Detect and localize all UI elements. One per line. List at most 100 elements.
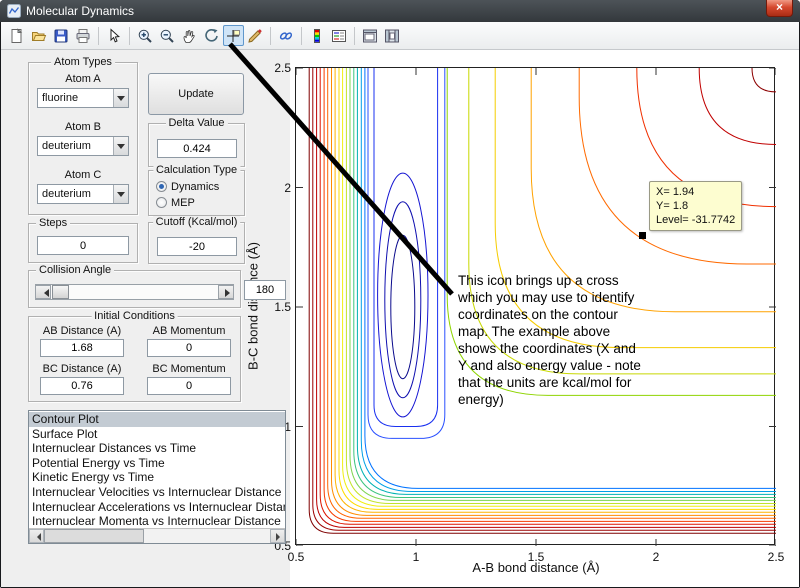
initial-conditions-panel: Initial Conditions AB Distance (A) AB Mo… bbox=[28, 316, 241, 402]
rotate-3d-icon bbox=[203, 28, 219, 44]
initial-conditions-title: Initial Conditions bbox=[91, 310, 178, 322]
toolbar-separator bbox=[270, 27, 271, 45]
toolbar-pan-button[interactable] bbox=[179, 25, 200, 46]
window-title: Molecular Dynamics bbox=[26, 0, 134, 22]
listbox-items: Contour PlotSurface PlotInternuclear Dis… bbox=[29, 412, 285, 528]
atom-b-popup[interactable]: deuterium bbox=[37, 136, 129, 156]
radio-mep-control[interactable] bbox=[156, 197, 167, 208]
toolbar-insert-legend-button[interactable] bbox=[329, 25, 350, 46]
y-axis-label: B-C bond distance (Å) bbox=[246, 242, 261, 370]
link-plot-icon bbox=[278, 28, 294, 44]
popup-arrow-icon[interactable] bbox=[113, 137, 128, 155]
list-item[interactable]: Internuclear Accelerations vs Internucle… bbox=[29, 500, 285, 515]
toolbar-separator bbox=[354, 27, 355, 45]
toolbar-open-file-button[interactable] bbox=[29, 25, 50, 46]
update-button[interactable]: Update bbox=[148, 73, 244, 115]
bc-momentum-label: BC Momentum bbox=[139, 363, 239, 375]
toolbar-hide-plot-tools-button[interactable] bbox=[360, 25, 381, 46]
list-item[interactable]: Internuclear Momenta vs Internuclear Dis… bbox=[29, 514, 285, 528]
scrollbar-thumb[interactable] bbox=[44, 529, 144, 543]
datatip-box[interactable]: X= 1.94Y= 1.8Level= -31.7742 bbox=[649, 181, 742, 231]
atom-types-title: Atom Types bbox=[51, 56, 115, 68]
toolbar-brush-data-button[interactable] bbox=[245, 25, 266, 46]
toolbar-new-figure-button[interactable] bbox=[7, 25, 28, 46]
show-plot-tools-icon bbox=[384, 28, 400, 44]
scroll-right-arrow-icon[interactable] bbox=[270, 529, 285, 543]
toolbar bbox=[1, 22, 799, 50]
collision-angle-slider[interactable] bbox=[35, 284, 234, 300]
scroll-left-arrow-icon[interactable] bbox=[29, 529, 44, 543]
list-item[interactable]: Contour Plot bbox=[29, 412, 285, 427]
data-cursor-icon bbox=[225, 28, 241, 44]
toolbar-rotate-3d-button[interactable] bbox=[201, 25, 222, 46]
toolbar-data-cursor-button[interactable] bbox=[223, 25, 244, 46]
cutoff-input[interactable] bbox=[157, 237, 237, 256]
titlebar[interactable]: Molecular Dynamics × bbox=[0, 0, 800, 22]
collision-angle-title: Collision Angle bbox=[36, 264, 114, 276]
atom-c-label: Atom C bbox=[29, 169, 137, 181]
slider-left-arrow-icon[interactable] bbox=[35, 285, 51, 299]
molecular-dynamics-window: Molecular Dynamics × Atom Types Atom A f… bbox=[0, 0, 800, 588]
steps-title: Steps bbox=[36, 217, 70, 229]
atom-a-popup[interactable]: fluorine bbox=[37, 88, 129, 108]
save-figure-icon bbox=[53, 28, 69, 44]
insert-colorbar-icon bbox=[309, 28, 325, 44]
app-icon bbox=[7, 4, 21, 18]
toolbar-zoom-out-button[interactable] bbox=[157, 25, 178, 46]
toolbar-insert-colorbar-button[interactable] bbox=[307, 25, 328, 46]
x-tick-label: 1 bbox=[396, 550, 436, 564]
hide-plot-tools-icon bbox=[362, 28, 378, 44]
delta-value-input[interactable] bbox=[157, 139, 237, 158]
radio-dynamics-label: Dynamics bbox=[171, 181, 219, 193]
radio-dynamics[interactable]: Dynamics bbox=[156, 180, 219, 193]
toolbar-link-plot-button[interactable] bbox=[276, 25, 297, 46]
listbox-horizontal-scrollbar[interactable] bbox=[29, 528, 285, 543]
list-item[interactable]: Potential Energy vs Time bbox=[29, 456, 285, 471]
toolbar-zoom-in-button[interactable] bbox=[135, 25, 156, 46]
atom-c-popup[interactable]: deuterium bbox=[37, 184, 129, 204]
calculation-type-panel: Calculation Type Dynamics MEP bbox=[148, 170, 245, 216]
bc-distance-input[interactable] bbox=[40, 377, 124, 395]
y-tick-label: 1.5 bbox=[263, 300, 291, 314]
brush-data-icon bbox=[247, 28, 263, 44]
toolbar-separator bbox=[129, 27, 130, 45]
edit-plot-icon bbox=[106, 28, 122, 44]
datatip-marker[interactable] bbox=[639, 232, 646, 239]
toolbar-save-figure-button[interactable] bbox=[51, 25, 72, 46]
list-item[interactable]: Internuclear Velocities vs Internuclear … bbox=[29, 485, 285, 500]
popup-arrow-icon[interactable] bbox=[113, 89, 128, 107]
radio-mep[interactable]: MEP bbox=[156, 196, 195, 209]
calculation-type-title: Calculation Type bbox=[153, 164, 240, 176]
ab-distance-input[interactable] bbox=[40, 339, 124, 357]
bc-distance-label: BC Distance (A) bbox=[32, 363, 132, 375]
radio-dynamics-control[interactable] bbox=[156, 181, 167, 192]
close-button[interactable]: × bbox=[766, 0, 793, 17]
x-tick-label: 2 bbox=[636, 550, 676, 564]
collision-angle-input[interactable] bbox=[244, 280, 286, 300]
collision-angle-panel: Collision Angle bbox=[28, 270, 241, 308]
toolbar-edit-plot-button[interactable] bbox=[104, 25, 125, 46]
atom-b-label: Atom B bbox=[29, 121, 137, 133]
steps-input[interactable] bbox=[37, 236, 129, 255]
datatip-line: Level= -31.7742 bbox=[656, 213, 735, 227]
y-tick-label: 2.5 bbox=[263, 61, 291, 75]
ab-momentum-label: AB Momentum bbox=[139, 325, 239, 337]
popup-arrow-icon[interactable] bbox=[113, 185, 128, 203]
atom-types-panel: Atom Types Atom A fluorine Atom B deuter… bbox=[28, 62, 138, 215]
toolbar-show-plot-tools-button[interactable] bbox=[382, 25, 403, 46]
datatip-line: X= 1.94 bbox=[656, 185, 735, 199]
toolbar-print-figure-button[interactable] bbox=[73, 25, 94, 46]
zoom-in-icon bbox=[137, 28, 153, 44]
pan-icon bbox=[181, 28, 197, 44]
bc-momentum-input[interactable] bbox=[147, 377, 231, 395]
list-item[interactable]: Internuclear Distances vs Time bbox=[29, 441, 285, 456]
slider-right-arrow-icon[interactable] bbox=[218, 285, 234, 299]
plot-type-listbox[interactable]: Contour PlotSurface PlotInternuclear Dis… bbox=[28, 410, 286, 544]
list-item[interactable]: Kinetic Energy vs Time bbox=[29, 470, 285, 485]
annotation-text: This icon brings up a cross which you ma… bbox=[458, 272, 644, 408]
ab-momentum-input[interactable] bbox=[147, 339, 231, 357]
slider-thumb[interactable] bbox=[52, 285, 69, 299]
cutoff-title: Cutoff (Kcal/mol) bbox=[153, 216, 241, 228]
list-item[interactable]: Surface Plot bbox=[29, 427, 285, 442]
datatip-line: Y= 1.8 bbox=[656, 199, 735, 213]
